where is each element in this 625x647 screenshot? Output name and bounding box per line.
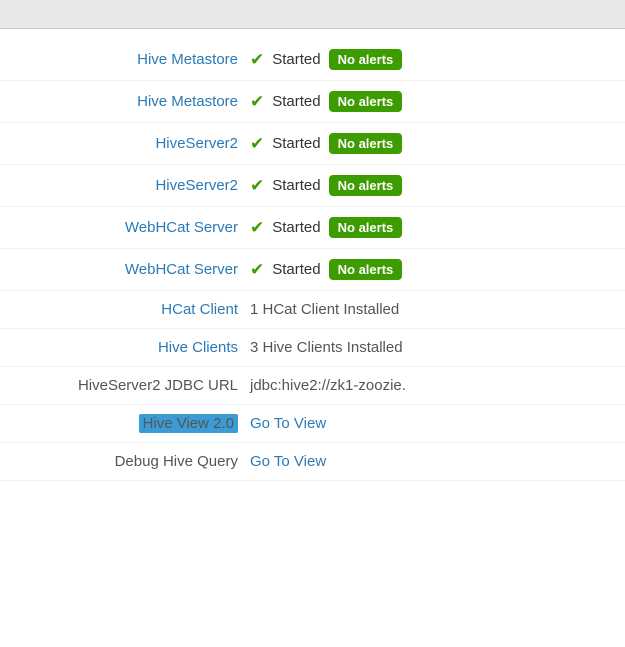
no-alerts-badge: No alerts	[329, 217, 403, 238]
check-icon: ✔	[250, 218, 264, 238]
no-alerts-badge: No alerts	[329, 91, 403, 112]
started-text: Started	[272, 261, 320, 278]
row-value-hive-clients: 3 Hive Clients Installed	[250, 339, 605, 356]
row-label-debug-hive-query: Debug Hive Query	[20, 453, 250, 470]
row-value-webhcat-server-2: ✔ Started No alerts	[250, 259, 605, 280]
row-label-hiveserver2-2: HiveServer2	[20, 177, 250, 194]
summary-row: HiveServer2 JDBC URL jdbc:hive2://zk1-zoo…	[0, 367, 625, 405]
row-label-hive-view: Hive View 2.0	[20, 415, 250, 432]
started-text: Started	[272, 51, 320, 68]
row-value-hive-view: Go To View	[250, 415, 605, 432]
summary-row: Hive Metastore ✔ Started No alerts	[0, 39, 625, 81]
no-alerts-badge: No alerts	[329, 259, 403, 280]
summary-row: HCat Client 1 HCat Client Installed	[0, 291, 625, 329]
check-icon: ✔	[250, 260, 264, 280]
started-text: Started	[272, 177, 320, 194]
check-icon: ✔	[250, 50, 264, 70]
row-label-hive-clients: Hive Clients	[20, 339, 250, 356]
no-alerts-badge: No alerts	[329, 49, 403, 70]
row-label-hive-metastore-2: Hive Metastore	[20, 93, 250, 110]
row-value-hive-metastore-1: ✔ Started No alerts	[250, 49, 605, 70]
summary-row: HiveServer2 ✔ Started No alerts	[0, 123, 625, 165]
row-value-webhcat-server-1: ✔ Started No alerts	[250, 217, 605, 238]
row-value-hiveserver2-1: ✔ Started No alerts	[250, 133, 605, 154]
go-to-view-link-hive-view[interactable]: Go To View	[250, 415, 326, 432]
hive-view-label: Hive View 2.0	[139, 414, 238, 433]
page-header	[0, 0, 625, 29]
info-text-hive-clients: 3 Hive Clients Installed	[250, 339, 403, 356]
no-alerts-badge: No alerts	[329, 133, 403, 154]
row-label-webhcat-server-1: WebHCat Server	[20, 219, 250, 236]
row-label-webhcat-server-2: WebHCat Server	[20, 261, 250, 278]
service-link-webhcat-server-2[interactable]: WebHCat Server	[125, 261, 238, 278]
summary-row: WebHCat Server ✔ Started No alerts	[0, 249, 625, 291]
row-value-hcat-client: 1 HCat Client Installed	[250, 301, 605, 318]
row-label-jdbc-url: HiveServer2 JDBC URL	[20, 377, 250, 394]
row-label-hcat-client: HCat Client	[20, 301, 250, 318]
check-icon: ✔	[250, 176, 264, 196]
summary-table: Hive Metastore✔StartedNo alertsHive Meta…	[0, 29, 625, 491]
check-icon: ✔	[250, 92, 264, 112]
no-alerts-badge: No alerts	[329, 175, 403, 196]
row-label-hiveserver2-1: HiveServer2	[20, 135, 250, 152]
service-link-webhcat-server-1[interactable]: WebHCat Server	[125, 219, 238, 236]
summary-row: Debug Hive Query Go To View	[0, 443, 625, 481]
service-link-hcat-client[interactable]: HCat Client	[161, 301, 238, 318]
started-text: Started	[272, 93, 320, 110]
service-link-hive-metastore-1[interactable]: Hive Metastore	[137, 51, 238, 68]
row-value-hive-metastore-2: ✔ Started No alerts	[250, 91, 605, 112]
started-text: Started	[272, 135, 320, 152]
row-label-text-debug-hive-query: Debug Hive Query	[115, 453, 238, 470]
started-text: Started	[272, 219, 320, 236]
service-link-hive-metastore-2[interactable]: Hive Metastore	[137, 93, 238, 110]
row-value-hiveserver2-2: ✔ Started No alerts	[250, 175, 605, 196]
service-link-hive-clients[interactable]: Hive Clients	[158, 339, 238, 356]
row-value-debug-hive-query: Go To View	[250, 453, 605, 470]
row-value-jdbc-url: jdbc:hive2://zk1-zoozie.	[250, 377, 605, 394]
summary-row: HiveServer2 ✔ Started No alerts	[0, 165, 625, 207]
go-to-view-link-debug-hive-query[interactable]: Go To View	[250, 453, 326, 470]
summary-row: Hive Metastore ✔ Started No alerts	[0, 81, 625, 123]
summary-row: WebHCat Server ✔ Started No alerts	[0, 207, 625, 249]
summary-row: Hive Clients 3 Hive Clients Installed	[0, 329, 625, 367]
service-link-hiveserver2-2[interactable]: HiveServer2	[155, 177, 238, 194]
info-text-hcat-client: 1 HCat Client Installed	[250, 301, 399, 318]
info-text-jdbc-url: jdbc:hive2://zk1-zoozie.	[250, 377, 406, 394]
summary-row: Hive View 2.0 Go To View	[0, 405, 625, 443]
service-link-hiveserver2-1[interactable]: HiveServer2	[155, 135, 238, 152]
check-icon: ✔	[250, 134, 264, 154]
row-label-text-jdbc-url: HiveServer2 JDBC URL	[78, 377, 238, 394]
row-label-hive-metastore-1: Hive Metastore	[20, 51, 250, 68]
